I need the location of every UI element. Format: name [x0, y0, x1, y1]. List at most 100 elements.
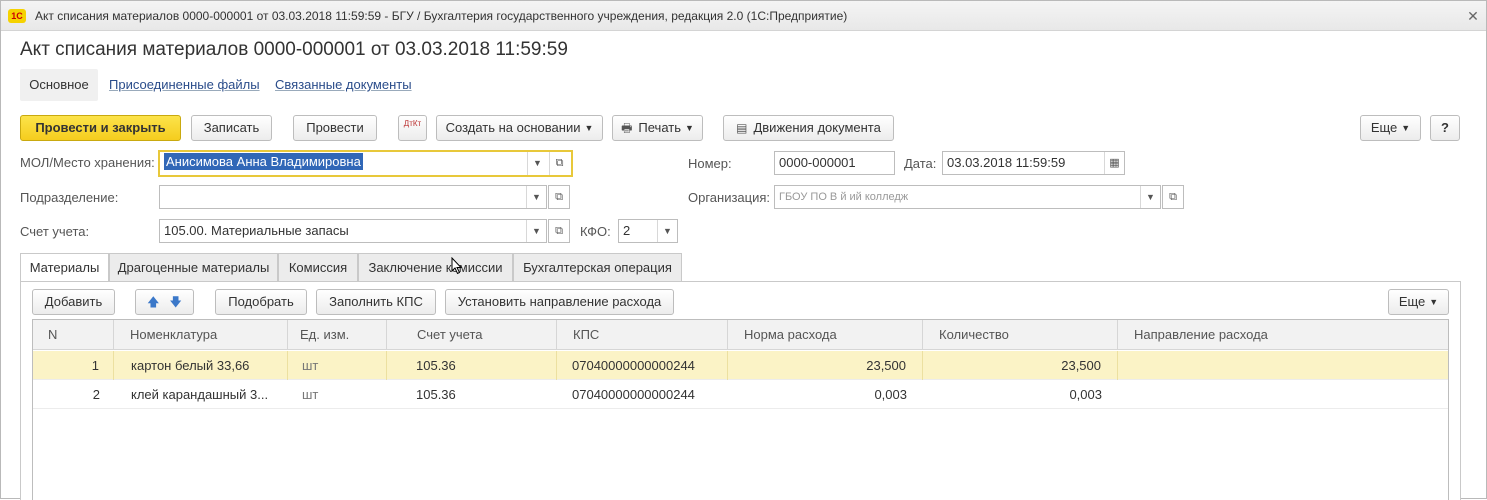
table-more-button[interactable]: Еще ▼ — [1388, 289, 1449, 315]
tab-precious-materials[interactable]: Драгоценные материалы — [109, 253, 278, 281]
date-field[interactable]: 03.03.2018 11:59:59 ▦ — [942, 151, 1125, 175]
mouse-cursor-icon — [451, 257, 463, 275]
close-icon[interactable]: ✕ — [1463, 7, 1483, 25]
materials-table[interactable]: N Номенклатура Ед. изм. Счет учета КПС Н… — [32, 319, 1449, 500]
account-field[interactable]: 105.00. Материальные запасы ▼ — [159, 219, 547, 243]
open-icon[interactable]: ⧉ — [548, 185, 570, 209]
table-row[interactable]: 2 клей карандашный 3... шт 105.36 070400… — [33, 380, 1448, 409]
nav-tab-main[interactable]: Основное — [20, 69, 98, 101]
page-title: Акт списания материалов 0000-000001 от 0… — [20, 39, 568, 60]
tab-materials[interactable]: Материалы — [20, 253, 109, 282]
cell-norm: 0,003 — [874, 387, 907, 402]
save-button[interactable]: Записать — [191, 115, 272, 141]
chevron-down-icon[interactable]: ▼ — [526, 220, 546, 242]
report-icon: ▤ — [736, 121, 748, 135]
calendar-icon[interactable]: ▦ — [1104, 152, 1124, 174]
column-header-account[interactable]: Счет учета — [387, 320, 557, 350]
column-header-n[interactable]: N — [33, 320, 114, 350]
nav-tab-attached-files[interactable]: Присоединенные файлы — [109, 69, 260, 101]
open-icon[interactable]: ⧉ — [549, 152, 569, 175]
account-value: 105.00. Материальные запасы — [164, 223, 349, 238]
cell-kps: 07040000000000244 — [572, 387, 695, 402]
chevron-down-icon: ▼ — [1429, 297, 1439, 307]
open-icon[interactable]: ⧉ — [1162, 185, 1184, 209]
cell-item: клей карандашный 3... — [131, 387, 269, 402]
number-field[interactable]: 0000-000001 — [774, 151, 895, 175]
organization-value: ГБОУ ПО В й ий колледж — [779, 191, 909, 203]
cell-kps: 07040000000000244 — [557, 351, 728, 380]
fill-kps-button[interactable]: Заполнить КПС — [316, 289, 436, 315]
tab-commission[interactable]: Комиссия — [278, 253, 358, 281]
chevron-down-icon: ▼ — [584, 123, 594, 133]
kfo-value: 2 — [623, 223, 631, 238]
cell-unit: шт — [288, 351, 387, 380]
document-window: 1С Акт списания материалов 0000-000001 о… — [0, 0, 1487, 500]
add-button[interactable]: Добавить — [32, 289, 115, 315]
cell-item: картон белый 33,66 — [114, 351, 288, 380]
dt-kt-button[interactable]: ДтКт — [398, 115, 427, 141]
post-and-close-button[interactable]: Провести и закрыть — [20, 115, 181, 141]
set-direction-button[interactable]: Установить направление расхода — [445, 289, 674, 315]
move-down-icon[interactable]: 🡇 — [170, 295, 182, 309]
move-up-icon[interactable]: 🡅 — [147, 295, 159, 309]
title-bar: 1С Акт списания материалов 0000-000001 о… — [1, 1, 1486, 31]
date-value: 03.03.2018 11:59:59 — [947, 155, 1066, 170]
chevron-down-icon[interactable]: ▼ — [527, 152, 547, 175]
cell-norm: 23,500 — [728, 351, 923, 380]
chevron-down-icon[interactable]: ▼ — [526, 186, 546, 208]
chevron-down-icon: ▼ — [1401, 123, 1411, 133]
window-title: Акт списания материалов 0000-000001 от 0… — [35, 9, 848, 23]
cell-quantity: 0,003 — [1069, 387, 1102, 402]
document-movements-button[interactable]: ▤ Движения документа — [723, 115, 894, 141]
help-button[interactable]: ? — [1430, 115, 1460, 141]
cell-n: 2 — [92, 387, 100, 402]
column-header-quantity[interactable]: Количество — [923, 320, 1118, 350]
tab-commission-conclusion[interactable]: Заключение комиссии — [358, 253, 513, 281]
date-label: Дата: — [904, 156, 937, 171]
app-logo-icon: 1С — [8, 9, 26, 23]
table-more-label: Еще — [1398, 294, 1426, 309]
kfo-field[interactable]: 2 ▼ — [618, 219, 678, 243]
number-label: Номер: — [688, 156, 732, 171]
chevron-down-icon[interactable]: ▼ — [1140, 186, 1160, 208]
pick-button[interactable]: Подобрать — [215, 289, 307, 315]
nav-tab-related-docs[interactable]: Связанные документы — [275, 69, 412, 101]
create-based-on-button[interactable]: Создать на основании ▼ — [436, 115, 603, 141]
organization-field[interactable]: ГБОУ ПО В й ий колледж ▼ — [774, 185, 1161, 209]
cell-account: 105.36 — [416, 387, 456, 402]
mol-value: Анисимова Анна Владимировна — [164, 153, 363, 170]
account-label: Счет учета: — [20, 224, 90, 239]
column-header-item[interactable]: Номенклатура — [114, 320, 288, 350]
column-header-direction[interactable]: Направление расхода — [1118, 320, 1448, 350]
more-label: Еще — [1370, 120, 1398, 135]
move-buttons: 🡅 🡇 — [135, 289, 194, 315]
print-button[interactable]: 🖶 Печать ▼ — [612, 115, 703, 141]
print-label: Печать — [638, 120, 681, 135]
cell-direction — [1118, 351, 1448, 380]
tab-accounting-operation[interactable]: Бухгалтерская операция — [513, 253, 682, 281]
column-header-kps[interactable]: КПС — [557, 320, 728, 350]
mol-field[interactable]: Анисимова Анна Владимировна ▼ ⧉ — [158, 150, 573, 177]
more-button[interactable]: Еще ▼ — [1360, 115, 1421, 141]
organization-label: Организация: — [688, 190, 771, 205]
table-header: N Номенклатура Ед. изм. Счет учета КПС Н… — [33, 320, 1448, 350]
document-movements-label: Движения документа — [753, 120, 881, 135]
kfo-label: КФО: — [580, 224, 611, 239]
subdivision-field[interactable]: ▼ — [159, 185, 547, 209]
chevron-down-icon: ▼ — [685, 123, 694, 133]
number-value: 0000-000001 — [779, 155, 856, 170]
table-row[interactable]: 1 картон белый 33,66 шт 105.36 070400000… — [33, 351, 1448, 380]
cell-account: 105.36 — [387, 351, 557, 380]
dt-kt-icon: ДтКт — [403, 119, 422, 128]
chevron-down-icon[interactable]: ▼ — [657, 220, 677, 242]
create-based-on-label: Создать на основании — [445, 120, 581, 135]
cell-quantity: 23,500 — [923, 351, 1118, 380]
cell-unit: шт — [302, 387, 319, 402]
open-icon[interactable]: ⧉ — [548, 219, 570, 243]
column-header-norm[interactable]: Норма расхода — [728, 320, 923, 350]
column-header-unit[interactable]: Ед. изм. — [288, 320, 387, 350]
post-button[interactable]: Провести — [293, 115, 377, 141]
cell-n: 1 — [33, 351, 114, 380]
cell-direction — [1118, 380, 1448, 409]
subdivision-label: Подразделение: — [20, 190, 119, 205]
